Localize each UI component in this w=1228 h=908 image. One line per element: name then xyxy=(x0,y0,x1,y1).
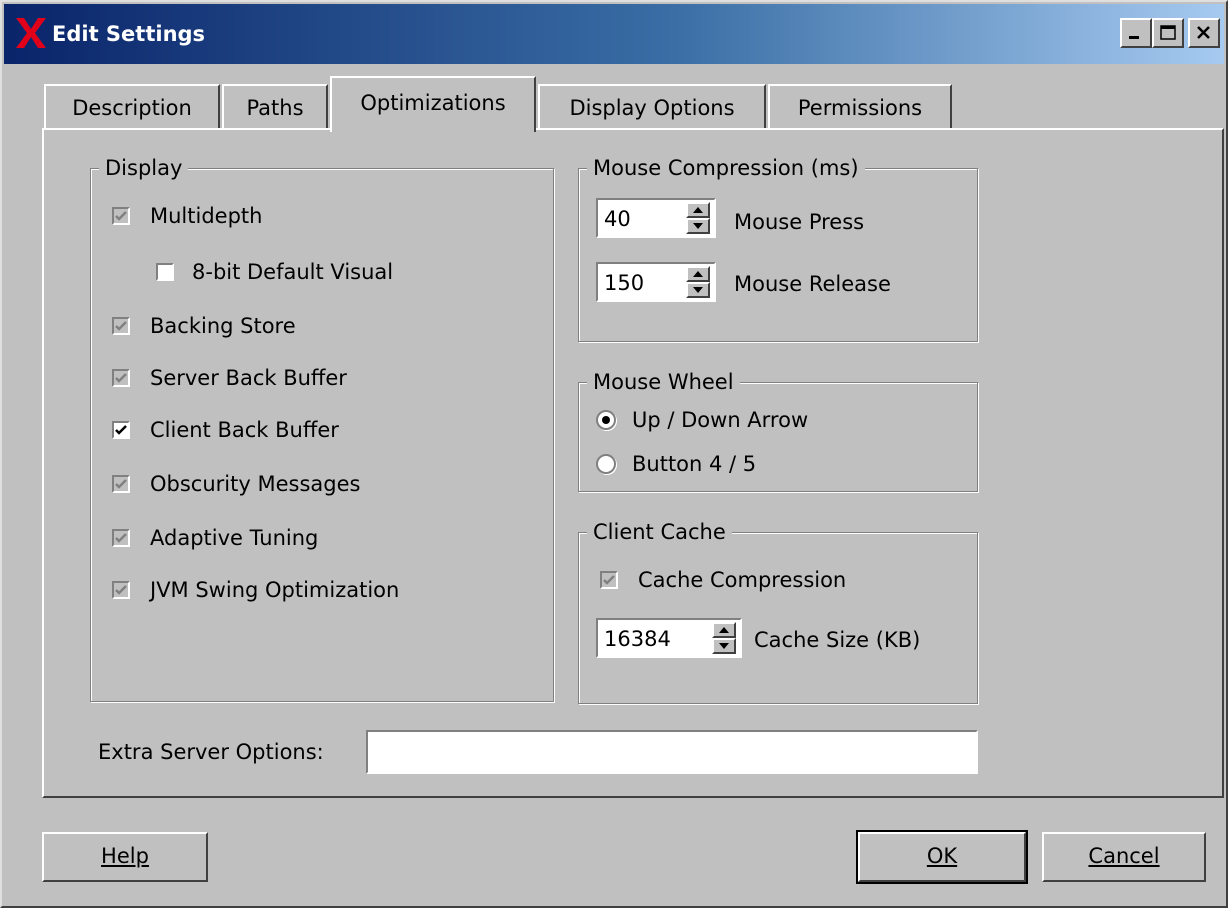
cache-size-value[interactable]: 16384 xyxy=(604,624,671,654)
check-icon xyxy=(115,585,127,595)
check-icon xyxy=(115,533,127,543)
spin-up-button[interactable] xyxy=(686,202,710,218)
arrow-up-icon xyxy=(693,207,703,213)
mouse-release-value[interactable]: 150 xyxy=(604,268,644,298)
obscurity-messages-label: Obscurity Messages xyxy=(150,472,361,496)
extra-server-options-input[interactable] xyxy=(366,730,978,774)
check-icon xyxy=(115,321,127,331)
maximize-icon xyxy=(1160,25,1176,40)
checkbox-box[interactable] xyxy=(112,317,130,335)
window-title: Edit Settings xyxy=(52,22,206,46)
check-icon xyxy=(115,373,127,383)
x-logo-icon xyxy=(16,18,46,48)
checkbox-box[interactable] xyxy=(600,571,618,589)
mouse-wheel-title: Mouse Wheel xyxy=(587,368,740,396)
arrow-down-icon xyxy=(693,223,703,229)
checkbox-box[interactable] xyxy=(112,475,130,493)
mouse-compression-group: Mouse Compression (ms) xyxy=(578,154,978,342)
server-back-buffer-label: Server Back Buffer xyxy=(150,366,347,390)
jvm-swing-optimization-label: JVM Swing Optimization xyxy=(150,578,400,602)
radio-dot-icon xyxy=(602,416,610,424)
radio-button[interactable] xyxy=(596,410,616,430)
tab-permissions[interactable]: Permissions xyxy=(768,84,952,130)
multidepth-label: Multidepth xyxy=(150,204,263,228)
cancel-button[interactable]: Cancel xyxy=(1042,832,1206,882)
arrow-down-icon xyxy=(693,287,703,293)
edit-settings-window: Edit Settings Description Paths Optimiza… xyxy=(0,0,1228,908)
check-icon xyxy=(115,211,127,221)
backing-store-label: Backing Store xyxy=(150,314,296,338)
check-icon xyxy=(603,575,615,585)
title-bar[interactable]: Edit Settings xyxy=(4,4,1224,64)
display-group-title: Display xyxy=(99,154,189,182)
arrow-up-icon xyxy=(719,627,729,633)
minimize-icon xyxy=(1129,36,1139,39)
cache-size-label: Cache Size (KB) xyxy=(754,628,921,652)
client-cache-title: Client Cache xyxy=(587,518,732,546)
check-icon xyxy=(115,479,127,489)
cancel-button-label: Cancel xyxy=(1088,844,1160,868)
close-button[interactable] xyxy=(1188,18,1220,48)
mouse-press-label: Mouse Press xyxy=(734,210,865,234)
wheel-option-up-down-label: Up / Down Arrow xyxy=(632,408,809,432)
radio-button[interactable] xyxy=(596,454,616,474)
cache-size-spinner[interactable]: 16384 xyxy=(596,618,742,658)
checkbox-box[interactable] xyxy=(112,421,130,439)
tab-description[interactable]: Description xyxy=(44,84,220,130)
maximize-button[interactable] xyxy=(1152,18,1184,48)
cache-compression-label: Cache Compression xyxy=(638,568,847,592)
tab-optimizations[interactable]: Optimizations xyxy=(330,76,536,132)
8bit-default-visual-label: 8-bit Default Visual xyxy=(192,260,394,284)
spin-down-button[interactable] xyxy=(712,638,736,654)
tab-display-options[interactable]: Display Options xyxy=(538,84,766,130)
adaptive-tuning-label: Adaptive Tuning xyxy=(150,526,319,550)
wheel-option-button-4-5-label: Button 4 / 5 xyxy=(632,452,757,476)
checkbox-box[interactable] xyxy=(112,207,130,225)
minimize-button[interactable] xyxy=(1120,18,1152,48)
client-back-buffer-label: Client Back Buffer xyxy=(150,418,339,442)
arrow-down-icon xyxy=(719,643,729,649)
help-button[interactable]: Help xyxy=(42,832,208,882)
mouse-press-value[interactable]: 40 xyxy=(604,204,631,234)
spin-up-button[interactable] xyxy=(686,266,710,282)
spin-up-button[interactable] xyxy=(712,622,736,638)
ok-button-label: OK xyxy=(926,844,958,868)
mouse-press-spinner[interactable]: 40 xyxy=(596,198,716,238)
arrow-up-icon xyxy=(693,271,703,277)
spin-down-button[interactable] xyxy=(686,218,710,234)
check-icon xyxy=(115,425,127,435)
mouse-compression-title: Mouse Compression (ms) xyxy=(587,154,865,182)
spin-down-button[interactable] xyxy=(686,282,710,298)
ok-button[interactable]: OK xyxy=(856,830,1028,884)
extra-server-options-label: Extra Server Options: xyxy=(98,740,324,764)
help-button-label: Help xyxy=(101,844,149,868)
checkbox-box[interactable] xyxy=(112,369,130,387)
mouse-release-spinner[interactable]: 150 xyxy=(596,262,716,302)
close-icon xyxy=(1197,26,1210,39)
checkbox-box[interactable] xyxy=(112,581,130,599)
checkbox-box[interactable] xyxy=(156,263,174,281)
tab-paths[interactable]: Paths xyxy=(222,84,328,130)
checkbox-box[interactable] xyxy=(112,529,130,547)
mouse-release-label: Mouse Release xyxy=(734,272,891,296)
